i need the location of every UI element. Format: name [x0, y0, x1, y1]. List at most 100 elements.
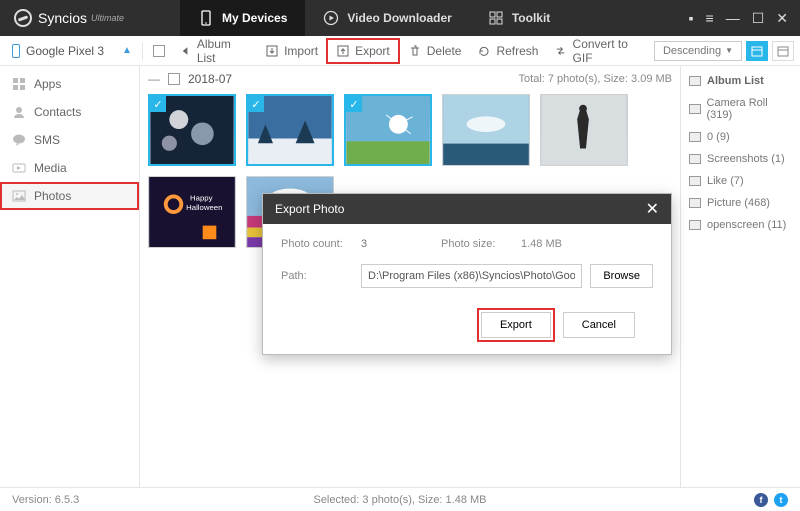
album-icon: [689, 220, 701, 230]
device-selector[interactable]: Google Pixel 3 ▲: [6, 44, 138, 58]
twitter-icon[interactable]: t: [774, 493, 788, 507]
refresh-button[interactable]: Refresh: [469, 40, 546, 62]
sidebar-item-apps[interactable]: Apps: [0, 70, 139, 98]
dialog-header: Export Photo ✕: [263, 194, 671, 224]
album-icon: [689, 154, 701, 164]
version-text: Version: 6.5.3: [12, 494, 79, 506]
sidebar-item-media[interactable]: Media: [0, 154, 139, 182]
tab-toolkit[interactable]: Toolkit: [470, 0, 568, 36]
photo-thumbnail[interactable]: ✓: [148, 94, 236, 166]
tab-video-downloader[interactable]: Video Downloader: [305, 0, 469, 36]
close-icon[interactable]: ✕: [776, 10, 788, 27]
album-item[interactable]: 0 (9): [681, 126, 800, 148]
checkmark-icon: ✓: [150, 96, 166, 112]
folder-icon: [689, 76, 701, 86]
path-label: Path:: [281, 270, 361, 282]
export-icon: [336, 44, 350, 58]
collapse-icon[interactable]: —: [148, 72, 160, 86]
album-icon: [689, 198, 701, 208]
album-item[interactable]: Like (7): [681, 170, 800, 192]
export-button[interactable]: Export: [326, 38, 400, 64]
device-name: Google Pixel 3: [26, 44, 104, 58]
album-list-button[interactable]: Album List: [171, 33, 257, 69]
brand-name: Syncios: [38, 10, 87, 26]
photo-thumbnail[interactable]: [442, 94, 530, 166]
photo-thumbnail[interactable]: ✓: [344, 94, 432, 166]
sidebar-label: Apps: [34, 77, 61, 91]
select-all-checkbox[interactable]: [147, 41, 171, 61]
album-icon: [689, 104, 701, 114]
selected-text: Selected: 3 photo(s), Size: 1.48 MB: [313, 494, 486, 506]
brand: Syncios Ultimate: [0, 9, 180, 27]
refresh-icon: [477, 44, 491, 58]
dialog-close-icon[interactable]: ✕: [646, 199, 659, 219]
photo-size-value: 1.48 MB: [521, 238, 562, 250]
svg-text:Halloween: Halloween: [186, 203, 222, 212]
photo-thumbnail[interactable]: [540, 94, 628, 166]
sidebar-item-sms[interactable]: SMS: [0, 126, 139, 154]
chevron-down-icon: ▼: [725, 46, 733, 55]
status-bar: Version: 6.5.3 Selected: 3 photo(s), Siz…: [0, 487, 800, 511]
apps-icon: [12, 77, 26, 91]
photo-count-label: Photo count:: [281, 238, 361, 250]
group-total: Total: 7 photo(s), Size: 3.09 MB: [519, 73, 672, 85]
photo-count-value: 3: [361, 238, 441, 250]
import-icon: [265, 44, 279, 58]
maximize-icon[interactable]: ☐: [752, 10, 765, 27]
photo-thumbnail[interactable]: ✓: [246, 94, 334, 166]
album-item[interactable]: Screenshots (1): [681, 148, 800, 170]
svg-text:Happy: Happy: [190, 193, 213, 202]
calendar-icon: [777, 45, 789, 57]
title-bar: Syncios Ultimate My Devices Video Downlo…: [0, 0, 800, 36]
device-phone-icon: [12, 44, 20, 58]
album-item[interactable]: Picture (468): [681, 192, 800, 214]
tab-label: My Devices: [222, 11, 287, 25]
phone-icon: [198, 10, 214, 26]
media-icon: [12, 161, 26, 175]
album-icon: [689, 176, 701, 186]
photos-icon: [12, 189, 26, 203]
import-button[interactable]: Import: [257, 40, 326, 62]
sidebar-item-contacts[interactable]: Contacts: [0, 98, 139, 126]
sms-icon: [12, 133, 26, 147]
convert-gif-button[interactable]: Convert to GIF: [546, 33, 654, 69]
window-controls: ▪ ≡ — ☐ ✕: [689, 10, 800, 27]
path-input[interactable]: [361, 264, 582, 288]
tab-label: Video Downloader: [347, 11, 451, 25]
feedback-icon[interactable]: ▪: [689, 10, 694, 27]
checkmark-icon: ✓: [346, 96, 362, 112]
chevron-up-icon: ▲: [122, 45, 132, 56]
sidebar-left: Apps Contacts SMS Media Photos: [0, 66, 140, 487]
brand-edition: Ultimate: [91, 13, 124, 23]
photo-thumbnail[interactable]: HappyHalloween: [148, 176, 236, 248]
browse-button[interactable]: Browse: [590, 264, 653, 288]
tab-my-devices[interactable]: My Devices: [180, 0, 305, 36]
album-item[interactable]: Camera Roll (319): [681, 92, 800, 126]
view-list-button[interactable]: [772, 41, 794, 61]
facebook-icon[interactable]: f: [754, 493, 768, 507]
album-list-header: Album List: [681, 70, 800, 92]
dialog-title: Export Photo: [275, 202, 344, 216]
menu-icon[interactable]: ≡: [706, 10, 714, 27]
sort-button[interactable]: Descending ▼: [654, 41, 742, 61]
minimize-icon[interactable]: —: [726, 10, 740, 27]
grid-icon: [488, 10, 504, 26]
group-date: 2018-07: [188, 72, 232, 86]
back-arrow-icon: [179, 44, 192, 58]
convert-icon: [554, 44, 567, 58]
album-item[interactable]: openscreen (11): [681, 214, 800, 236]
delete-button[interactable]: Delete: [400, 40, 470, 62]
group-checkbox[interactable]: [168, 73, 180, 85]
dialog-body: Photo count: 3 Photo size: 1.48 MB Path:…: [263, 224, 671, 354]
main-tabs: My Devices Video Downloader Toolkit: [180, 0, 568, 36]
dialog-cancel-button[interactable]: Cancel: [563, 312, 635, 338]
sidebar-label: Contacts: [34, 105, 81, 119]
view-grid-button[interactable]: [746, 41, 768, 61]
sidebar-item-photos[interactable]: Photos: [0, 182, 139, 210]
dialog-export-button[interactable]: Export: [481, 312, 551, 338]
photo-size-label: Photo size:: [441, 238, 521, 250]
trash-icon: [408, 44, 422, 58]
sidebar-label: SMS: [34, 133, 60, 147]
play-circle-icon: [323, 10, 339, 26]
group-header: — 2018-07 Total: 7 photo(s), Size: 3.09 …: [140, 66, 680, 92]
